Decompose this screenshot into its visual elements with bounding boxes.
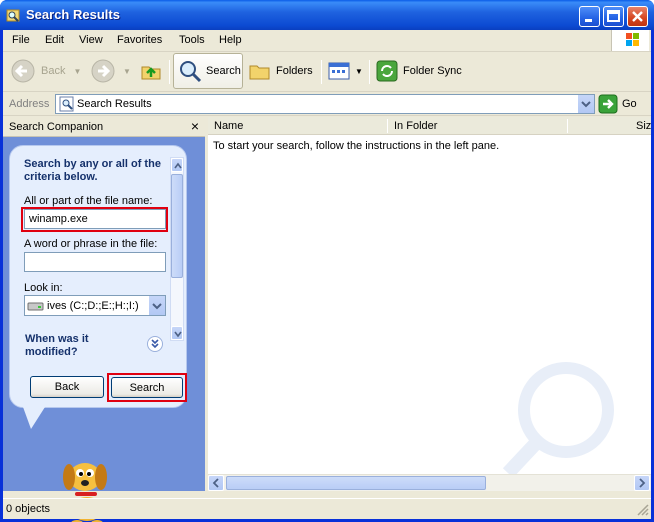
magnifier-watermark-icon (502, 362, 614, 475)
bubble-scrollbar[interactable] (170, 157, 184, 341)
go-arrow-icon (598, 94, 618, 114)
expand-button[interactable] (147, 336, 163, 352)
menu-tools[interactable]: Tools (179, 34, 205, 46)
menu-help[interactable]: Help (219, 34, 242, 46)
results-pane: Name In Folder Siz To start your search,… (208, 117, 651, 491)
address-label: Address (9, 98, 50, 110)
folders-label: Folders (276, 65, 313, 77)
search-companion-title: Search Companion (9, 121, 104, 133)
up-folder-icon (141, 66, 161, 80)
toolbar: Back ▼ ▼ Search Folders ▼ Folder Sync (3, 52, 651, 92)
lookin-label: Look in: (24, 282, 63, 294)
window-title: Search Results (26, 7, 120, 22)
scroll-down-button[interactable] (171, 326, 183, 340)
search-bubble: Search by any or all of the criteria bel… (9, 145, 187, 408)
folder-sync-button[interactable]: Folder Sync (375, 52, 462, 90)
search-companion-header: Search Companion × (3, 117, 205, 137)
up-folder-button[interactable] (139, 52, 163, 90)
forward-dropdown-icon[interactable]: ▼ (123, 67, 131, 76)
windows-logo (611, 30, 649, 51)
pane-close-icon[interactable]: × (191, 118, 199, 134)
status-object-count: 0 objects (6, 503, 51, 515)
search-companion-pane: Search Companion × Search by any or all … (3, 117, 205, 522)
search-icon (180, 61, 202, 83)
folders-button[interactable]: Folders (248, 52, 313, 90)
menu-bar: File Edit View Favorites Tools Help (3, 30, 651, 52)
lookin-select[interactable]: ives (C:;D:;E:;H:;I:) (24, 295, 166, 316)
close-button[interactable] (627, 6, 648, 27)
go-label: Go (622, 98, 637, 110)
menu-edit[interactable]: Edit (45, 34, 64, 46)
views-dropdown-icon[interactable]: ▼ (355, 67, 363, 76)
title-bar[interactable]: Search Results (0, 0, 654, 30)
column-name[interactable]: Name (214, 120, 243, 132)
explorer-window: Search Results File Edit View Favorites … (0, 0, 654, 522)
scroll-up-button[interactable] (171, 158, 183, 172)
go-button[interactable]: Go (598, 94, 648, 114)
address-dropdown[interactable] (577, 95, 594, 113)
resize-grip-icon[interactable] (637, 504, 649, 516)
search-results-icon (59, 96, 74, 112)
chevron-down-icon (174, 331, 182, 338)
search-heading: Search by any or all of the criteria bel… (24, 158, 161, 183)
chevron-left-icon (212, 478, 219, 488)
search-toolbar-button[interactable]: Search (173, 53, 243, 89)
chevron-down-icon (152, 303, 162, 310)
forward-button[interactable]: ▼ (89, 52, 131, 90)
horizontal-scrollbar[interactable] (208, 474, 651, 491)
views-button[interactable]: ▼ (327, 52, 363, 90)
chevron-down-icon (581, 101, 591, 108)
back-arrow-icon (11, 59, 35, 83)
scroll-right-button[interactable] (634, 475, 650, 491)
back-dropdown-icon[interactable]: ▼ (73, 67, 81, 76)
when-modified-label[interactable]: When was it modified? (25, 333, 115, 359)
menu-favorites[interactable]: Favorites (117, 34, 162, 46)
menu-view[interactable]: View (79, 34, 103, 46)
column-in-folder[interactable]: In Folder (394, 120, 437, 132)
status-bar: 0 objects (3, 498, 651, 519)
window-body: File Edit View Favorites Tools Help Back (3, 30, 651, 522)
search-label: Search (206, 65, 241, 77)
drive-icon (27, 302, 44, 311)
windows-flag-icon (626, 33, 639, 46)
column-header: Name In Folder Siz (208, 117, 651, 135)
address-value: Search Results (77, 98, 152, 110)
maximize-icon (607, 10, 620, 22)
filename-input[interactable] (24, 209, 166, 229)
menu-file[interactable]: File (12, 34, 30, 46)
scroll-thumb[interactable] (171, 174, 183, 278)
address-bar: Address Search Results Go (3, 93, 651, 116)
lookin-dropdown[interactable] (149, 296, 165, 315)
back-bubble-button[interactable]: Back (30, 376, 104, 398)
search-window-icon (6, 9, 20, 22)
back-button[interactable]: Back ▼ (9, 52, 81, 90)
chevron-right-icon (639, 478, 646, 488)
horizontal-scroll-thumb[interactable] (226, 476, 486, 490)
folder-sync-icon (376, 60, 398, 82)
phrase-input[interactable] (24, 252, 166, 272)
lookin-value: ives (C:;D:;E:;H:;I:) (47, 300, 139, 312)
close-icon (632, 11, 643, 22)
scroll-left-button[interactable] (208, 475, 224, 491)
double-chevron-down-icon (151, 339, 159, 349)
minimize-button[interactable] (579, 6, 600, 27)
minimize-icon (585, 19, 592, 22)
folder-sync-label: Folder Sync (403, 65, 462, 77)
back-label: Back (41, 65, 66, 77)
maximize-button[interactable] (603, 6, 624, 27)
folders-icon (249, 65, 270, 80)
chevron-up-icon (174, 162, 182, 169)
empty-results-message: To start your search, follow the instruc… (213, 140, 500, 152)
column-size[interactable]: Siz (636, 120, 651, 132)
forward-arrow-icon (91, 59, 115, 83)
filename-label: All or part of the file name: (24, 195, 153, 207)
views-icon (328, 62, 350, 80)
address-field[interactable]: Search Results (55, 94, 595, 114)
search-submit-button[interactable]: Search (111, 377, 183, 398)
phrase-label: A word or phrase in the file: (24, 238, 158, 250)
